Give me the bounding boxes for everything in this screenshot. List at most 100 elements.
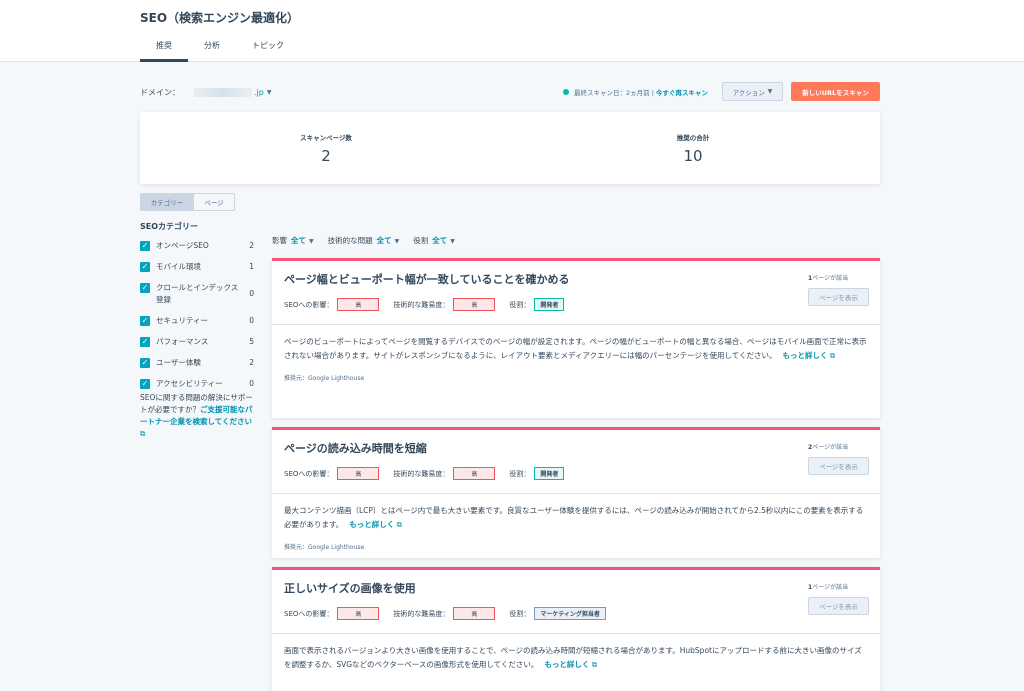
category-onpage-seo[interactable]: ✓ オンページSEO 2 bbox=[140, 240, 254, 252]
sidebar-title: SEOカテゴリー bbox=[140, 222, 199, 231]
card-title: ページ幅とビューポート幅が一致していることを確かめる bbox=[284, 273, 570, 286]
card-header: ページ幅とビューポート幅が一致していることを確かめる SEOへの影響： 高 技術… bbox=[272, 261, 880, 325]
category-label: オンページSEO bbox=[156, 241, 209, 250]
filter-label: 技術的な問題 bbox=[327, 236, 373, 245]
learn-more-link[interactable]: もっと詳しく bbox=[349, 520, 394, 529]
category-label: モバイル環境 bbox=[156, 262, 201, 271]
card-body: 最大コンテンツ描画（LCP）とはページ内で最も大きい要素です。良質なユーザー体験… bbox=[272, 494, 880, 555]
page-header: SEO（検索エンジン最適化） 推奨 分析 トピック bbox=[0, 0, 1024, 62]
filter-value: 全て bbox=[376, 236, 392, 245]
difficulty-label: 技術的な難易度： bbox=[393, 609, 450, 618]
chevron-down-icon: ▼ bbox=[266, 89, 272, 96]
view-pages-button[interactable]: ページを表示 bbox=[808, 288, 869, 306]
learn-more-link[interactable]: もっと詳しく bbox=[544, 660, 589, 669]
chevron-down-icon: ▼ bbox=[450, 238, 455, 245]
domain-selector[interactable]: ドメイン： .jp ▼ bbox=[140, 87, 271, 98]
category-user-experience[interactable]: ✓ ユーザー体験 2 bbox=[140, 357, 254, 369]
external-link-icon: ⧉ bbox=[396, 520, 402, 529]
filter-bar: 影響 全て ▼ 技術的な問題 全て ▼ 役割 全て ▼ bbox=[272, 235, 469, 246]
actions-dropdown-button[interactable]: アクション ▼ bbox=[722, 82, 783, 101]
impact-label: SEOへの影響： bbox=[284, 300, 334, 309]
tab-topics[interactable]: トピック bbox=[236, 40, 300, 62]
filter-role[interactable]: 役割 全て ▼ bbox=[413, 235, 455, 246]
category-count: 0 bbox=[249, 379, 254, 388]
view-category-button[interactable]: カテゴリー bbox=[140, 193, 194, 211]
category-count: 0 bbox=[249, 289, 254, 298]
impact-badge: 高 bbox=[337, 298, 380, 311]
difficulty-label: 技術的な難易度： bbox=[393, 469, 450, 478]
category-crawl-index[interactable]: ✓ クロールとインデックス登録 0 bbox=[140, 282, 254, 306]
category-accessibility[interactable]: ✓ アクセシビリティー 0 bbox=[140, 378, 254, 390]
card-description: ページのビューポートによってページを閲覧するデバイスでのページの幅が設定されます… bbox=[284, 337, 867, 360]
stat-scanned-pages: スキャンページ数 2 bbox=[266, 132, 386, 165]
filter-label: 役割 bbox=[413, 236, 429, 245]
filter-technical-issue[interactable]: 技術的な問題 全て ▼ bbox=[328, 235, 400, 246]
recommendation-source: 推奨元：Google Lighthouse bbox=[284, 544, 365, 551]
learn-more-link[interactable]: もっと詳しく bbox=[783, 351, 828, 360]
chevron-down-icon: ▼ bbox=[394, 238, 400, 245]
impact-label: SEOへの影響： bbox=[284, 469, 334, 478]
card-body: ページのビューポートによってページを閲覧するデバイスでのページの幅が設定されます… bbox=[272, 325, 880, 386]
category-mobile[interactable]: ✓ モバイル環境 1 bbox=[140, 261, 254, 273]
role-badge: 開発者 bbox=[534, 467, 565, 480]
impact-badge: 高 bbox=[337, 607, 380, 620]
external-link-icon: ⧉ bbox=[140, 429, 146, 438]
chevron-down-icon: ▼ bbox=[767, 88, 773, 95]
tab-bar: 推奨 分析 トピック bbox=[140, 40, 300, 62]
checkbox-checked-icon[interactable]: ✓ bbox=[140, 241, 150, 251]
view-pages-button[interactable]: ページを表示 bbox=[808, 457, 869, 475]
checkbox-checked-icon[interactable]: ✓ bbox=[140, 283, 150, 293]
recommendation-card: ページ幅とビューポート幅が一致していることを確かめる SEOへの影響： 高 技術… bbox=[272, 258, 880, 418]
partner-help: SEOに関する問題の解決にサポートが必要ですか？ご支援可能なパートナー企業を検索… bbox=[140, 392, 254, 440]
role-label: 役割： bbox=[509, 300, 531, 309]
checkbox-checked-icon[interactable]: ✓ bbox=[140, 316, 150, 326]
impact-label: SEOへの影響： bbox=[284, 609, 334, 618]
checkbox-checked-icon[interactable]: ✓ bbox=[140, 358, 150, 368]
tab-recommendations[interactable]: 推奨 bbox=[140, 40, 188, 62]
card-tags: SEOへの影響： 高 技術的な難易度： 高 役割： 開発者 bbox=[284, 298, 578, 311]
role-label: 役割： bbox=[509, 609, 531, 618]
affected-pages-count: 1ページが該当 bbox=[808, 275, 849, 282]
affected-pages-count: 1ページが該当 bbox=[808, 584, 849, 591]
difficulty-badge: 高 bbox=[453, 298, 496, 311]
category-label: セキュリティー bbox=[156, 316, 209, 325]
filter-label: 影響 bbox=[272, 236, 287, 245]
stat-value: 10 bbox=[683, 147, 703, 165]
stat-value: 2 bbox=[321, 147, 331, 165]
view-pages-button[interactable]: ページを表示 bbox=[808, 597, 869, 615]
page-title: SEO（検索エンジン最適化） bbox=[140, 11, 300, 25]
card-title: ページの読み込み時間を短縮 bbox=[284, 442, 427, 455]
domain-name-redacted bbox=[194, 88, 252, 97]
status-dot-icon bbox=[563, 89, 569, 95]
view-page-button[interactable]: ページ bbox=[194, 193, 235, 211]
category-label: アクセシビリティー bbox=[156, 379, 223, 388]
card-tags: SEOへの影響： 高 技術的な難易度： 高 役割： マーケティング担当者 bbox=[284, 607, 620, 620]
category-security[interactable]: ✓ セキュリティー 0 bbox=[140, 315, 254, 327]
domain-suffix: .jp bbox=[254, 88, 264, 97]
category-count: 1 bbox=[249, 262, 254, 271]
rescan-link[interactable]: 今すぐ再スキャン bbox=[656, 87, 708, 97]
scan-new-url-button[interactable]: 新しいURLをスキャン bbox=[791, 82, 880, 101]
external-link-icon: ⧉ bbox=[591, 660, 598, 669]
checkbox-checked-icon[interactable]: ✓ bbox=[140, 379, 150, 389]
filter-impact[interactable]: 影響 全て ▼ bbox=[272, 235, 314, 246]
category-sidebar: SEOカテゴリー ✓ オンページSEO 2 ✓ モバイル環境 1 ✓ クロールと… bbox=[140, 221, 254, 440]
category-label: クロールとインデックス登録 bbox=[156, 283, 239, 304]
recommendation-card: 正しいサイズの画像を使用 SEOへの影響： 高 技術的な難易度： 高 役割： マ… bbox=[272, 567, 880, 691]
card-tags: SEOへの影響： 高 技術的な難易度： 高 役割： 開発者 bbox=[284, 467, 578, 480]
recommendation-source: 推奨元：Google Lighthouse bbox=[284, 375, 365, 382]
checkbox-checked-icon[interactable]: ✓ bbox=[140, 337, 150, 347]
filter-value: 全て bbox=[432, 236, 448, 245]
last-scan-text: 最終スキャン日：2ヵ月前 | bbox=[574, 89, 654, 97]
category-count: 0 bbox=[249, 316, 254, 325]
impact-badge: 高 bbox=[337, 467, 380, 480]
card-header: 正しいサイズの画像を使用 SEOへの影響： 高 技術的な難易度： 高 役割： マ… bbox=[272, 570, 880, 634]
checkbox-checked-icon[interactable]: ✓ bbox=[140, 262, 150, 272]
card-title: 正しいサイズの画像を使用 bbox=[284, 582, 416, 595]
tab-analysis[interactable]: 分析 bbox=[188, 40, 236, 62]
external-link-icon: ⧉ bbox=[829, 351, 836, 360]
category-label: ユーザー体験 bbox=[156, 358, 201, 367]
category-performance[interactable]: ✓ パフォーマンス 5 bbox=[140, 336, 254, 348]
card-header: ページの読み込み時間を短縮 SEOへの影響： 高 技術的な難易度： 高 役割： … bbox=[272, 430, 880, 494]
view-toggle: カテゴリー ページ bbox=[140, 193, 235, 211]
